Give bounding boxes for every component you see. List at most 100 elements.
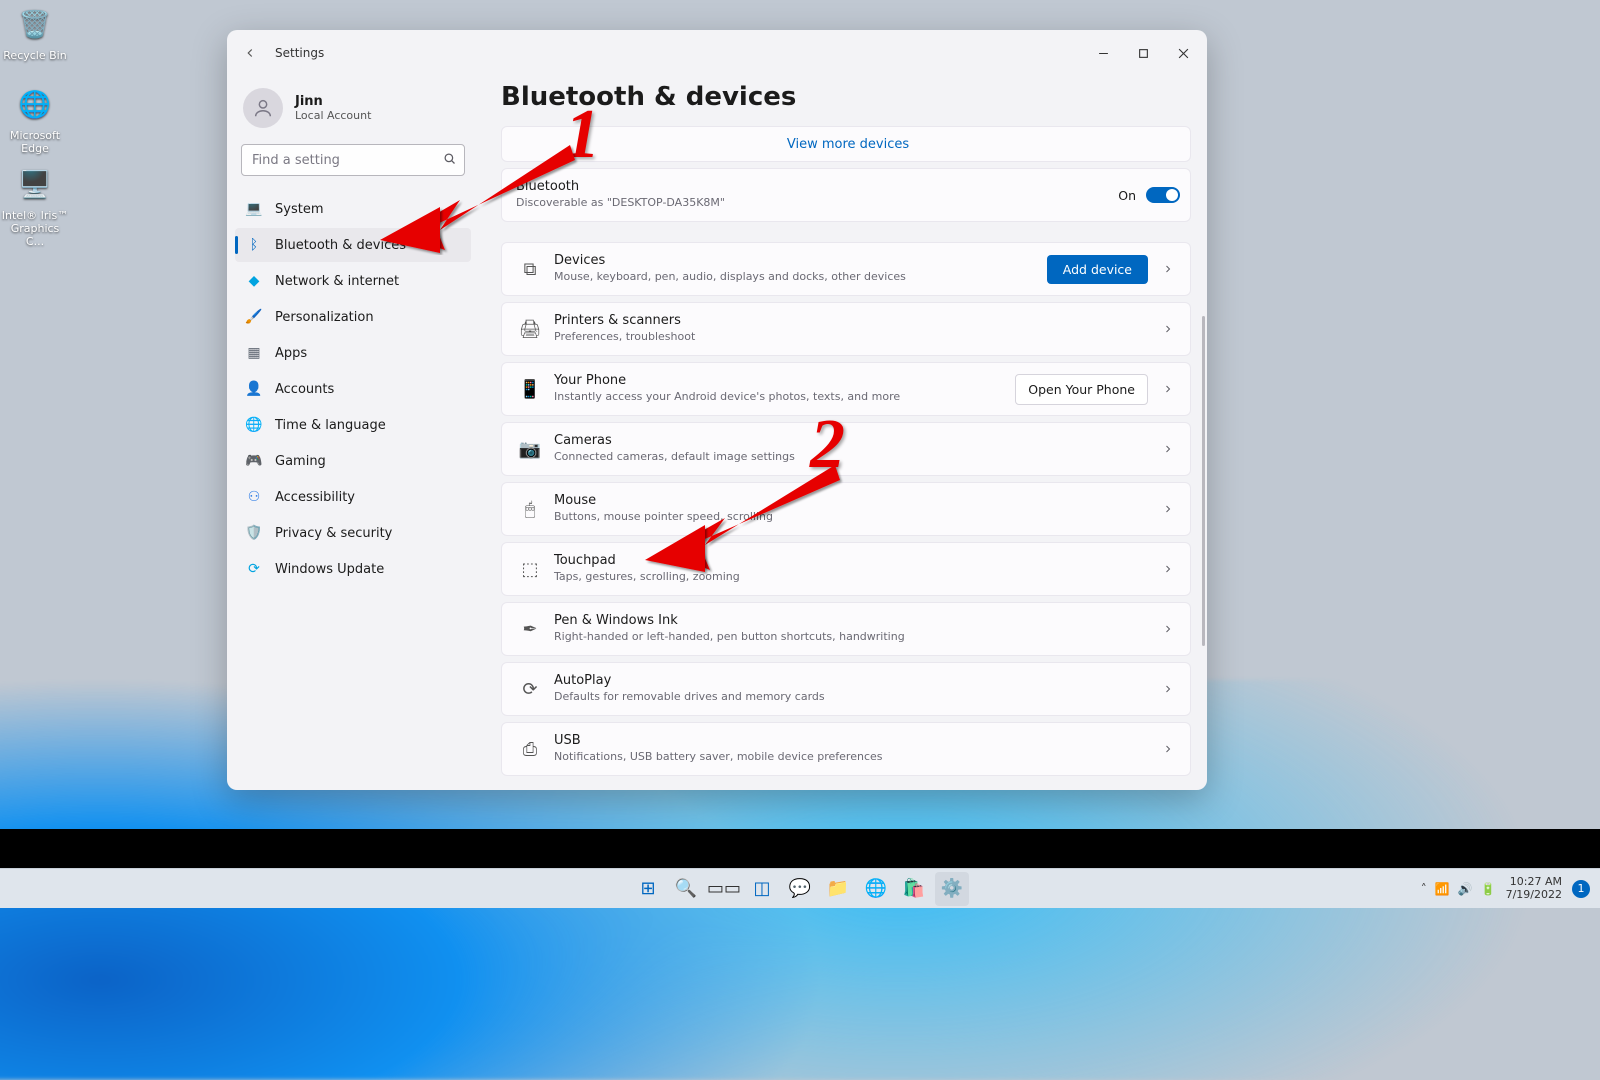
desktop-icon-intel-gfx[interactable]: 🖥️Intel® Iris™ Graphics C...: [0, 165, 70, 248]
option-phone[interactable]: 📱Your PhoneInstantly access your Android…: [501, 362, 1191, 416]
taskbar-store[interactable]: 🛍️: [897, 872, 931, 906]
pen-icon: ✒: [516, 619, 544, 640]
sidebar-item-label: Accounts: [275, 382, 334, 397]
option-pen[interactable]: ✒Pen & Windows InkRight-handed or left-h…: [501, 602, 1191, 656]
intel-gfx-icon: 🖥️: [15, 165, 55, 205]
bluetooth-toggle[interactable]: [1146, 187, 1180, 203]
search-box: [241, 144, 465, 176]
accessibility-icon: ⚇: [245, 488, 263, 506]
sidebar-item-network[interactable]: ◆Network & internet: [235, 264, 471, 298]
taskbar-widgets[interactable]: ◫: [745, 872, 779, 906]
tray-icon-0[interactable]: ˄: [1421, 882, 1427, 896]
sidebar-item-time[interactable]: 🌐 Time & language: [235, 408, 471, 442]
avatar-icon: [243, 88, 283, 128]
tray-icon-3[interactable]: 🔋: [1481, 882, 1496, 896]
chevron-right-icon: [1156, 680, 1180, 699]
close-button[interactable]: [1163, 38, 1203, 68]
tray-time: 10:27 AM: [1506, 876, 1562, 888]
system-tray: ˄ 📶 🔊 🔋 10:27 AM 7/19/2022 1: [1421, 876, 1590, 900]
window-title: Settings: [275, 46, 324, 60]
accounts-icon: 👤: [245, 380, 263, 398]
taskbar-edge[interactable]: 🌐: [859, 872, 893, 906]
sidebar-item-personalization[interactable]: 🖌️Personalization: [235, 300, 471, 334]
taskbar-search[interactable]: 🔍: [669, 872, 703, 906]
bluetooth-icon: ᛒ: [245, 236, 263, 254]
profile-sub: Local Account: [295, 109, 371, 122]
time-icon: 🌐: [245, 416, 263, 434]
chevron-right-icon: [1156, 740, 1180, 759]
sidebar-item-update[interactable]: ⟳ Windows Update: [235, 552, 471, 586]
chevron-right-icon: [1156, 560, 1180, 579]
option-autoplay[interactable]: ⟳AutoPlayDefaults for removable drives a…: [501, 662, 1191, 716]
edge-icon: 🌐: [15, 85, 55, 125]
maximize-button[interactable]: [1123, 38, 1163, 68]
chevron-right-icon: [1156, 440, 1180, 459]
sidebar-item-accounts[interactable]: 👤 Accounts: [235, 372, 471, 406]
sidebar-item-system[interactable]: 💻System: [235, 192, 471, 226]
phone-action-button[interactable]: Open Your Phone: [1015, 374, 1148, 405]
taskbar-settings[interactable]: ⚙️: [935, 872, 969, 906]
taskbar-chat[interactable]: 💬: [783, 872, 817, 906]
bluetooth-title: Bluetooth: [516, 179, 1118, 196]
search-input[interactable]: [241, 144, 465, 176]
option-touchpad[interactable]: ⬚TouchpadTaps, gestures, scrolling, zoom…: [501, 542, 1191, 596]
chevron-right-icon: [1156, 260, 1180, 279]
autoplay-icon: ⟳: [516, 679, 544, 700]
clock[interactable]: 10:27 AM 7/19/2022: [1506, 876, 1562, 900]
privacy-icon: 🛡️: [245, 524, 263, 542]
titlebar: Settings: [227, 30, 1207, 76]
apps-icon: ▦: [245, 344, 263, 362]
sidebar-item-label: Apps: [275, 346, 307, 361]
view-more-label: View more devices: [787, 137, 909, 152]
search-icon: [442, 151, 457, 170]
sidebar-item-label: Network & internet: [275, 274, 399, 289]
image-border-bottom: [0, 829, 1600, 868]
printers-icon: 🖨: [516, 319, 544, 340]
taskbar-start[interactable]: ⊞: [631, 872, 665, 906]
option-cameras[interactable]: 📷CamerasConnected cameras, default image…: [501, 422, 1191, 476]
sidebar-item-gaming[interactable]: 🎮 Gaming: [235, 444, 471, 478]
gaming-icon: 🎮: [245, 452, 263, 470]
sidebar: Jinn Local Account 💻SystemᛒBluetooth & d…: [227, 76, 479, 790]
annotation-number-1: 1: [565, 95, 600, 175]
sidebar-item-apps[interactable]: ▦ Apps: [235, 336, 471, 370]
bluetooth-master-card: Bluetooth Discoverable as "DESKTOP-DA35K…: [501, 168, 1191, 222]
tray-icon-1[interactable]: 📶: [1435, 882, 1450, 896]
chevron-right-icon: [1156, 320, 1180, 339]
sidebar-item-label: Privacy & security: [275, 526, 392, 541]
tray-icon-2[interactable]: 🔊: [1458, 882, 1473, 896]
taskbar-taskview[interactable]: ▭▭: [707, 872, 741, 906]
option-devices[interactable]: ⧉DevicesMouse, keyboard, pen, audio, dis…: [501, 242, 1191, 296]
option-usb[interactable]: ⎙USBNotifications, USB battery saver, mo…: [501, 722, 1191, 776]
usb-icon: ⎙: [516, 739, 544, 760]
touchpad-icon: ⬚: [516, 559, 544, 580]
devices-action-button[interactable]: Add device: [1047, 255, 1148, 284]
scrollbar[interactable]: [1202, 316, 1205, 646]
bluetooth-sub: Discoverable as "DESKTOP-DA35K8M": [516, 196, 1118, 210]
back-button[interactable]: [241, 44, 259, 62]
update-icon: ⟳: [245, 560, 263, 578]
chevron-right-icon: [1156, 500, 1180, 519]
view-more-devices-button[interactable]: View more devices: [501, 126, 1191, 162]
desktop-icon-recycle-bin[interactable]: 🗑️Recycle Bin: [0, 5, 70, 62]
sidebar-item-bluetooth[interactable]: ᛒBluetooth & devices: [235, 228, 471, 262]
profile-block[interactable]: Jinn Local Account: [235, 84, 471, 140]
sidebar-item-label: Gaming: [275, 454, 326, 469]
sidebar-item-privacy[interactable]: 🛡️ Privacy & security: [235, 516, 471, 550]
minimize-button[interactable]: [1083, 38, 1123, 68]
notification-badge[interactable]: 1: [1572, 880, 1590, 898]
sidebar-item-label: Time & language: [275, 418, 386, 433]
taskbar: ⊞🔍▭▭◫💬📁🌐🛍️⚙️ ˄ 📶 🔊 🔋 10:27 AM 7/19/2022 1: [0, 868, 1600, 908]
page-title: Bluetooth & devices: [501, 82, 1191, 112]
annotation-number-2: 2: [810, 405, 845, 485]
desktop-icon-edge[interactable]: 🌐Microsoft Edge: [0, 85, 70, 155]
chevron-right-icon: [1156, 620, 1180, 639]
sidebar-item-accessibility[interactable]: ⚇Accessibility: [235, 480, 471, 514]
option-printers[interactable]: 🖨Printers & scannersPreferences, trouble…: [501, 302, 1191, 356]
option-mouse[interactable]: 🖱MouseButtons, mouse pointer speed, scro…: [501, 482, 1191, 536]
sidebar-item-label: System: [275, 202, 323, 217]
mouse-icon: 🖱: [516, 499, 544, 520]
taskbar-explorer[interactable]: 📁: [821, 872, 855, 906]
sidebar-item-label: Personalization: [275, 310, 374, 325]
sidebar-item-label: Windows Update: [275, 562, 384, 577]
